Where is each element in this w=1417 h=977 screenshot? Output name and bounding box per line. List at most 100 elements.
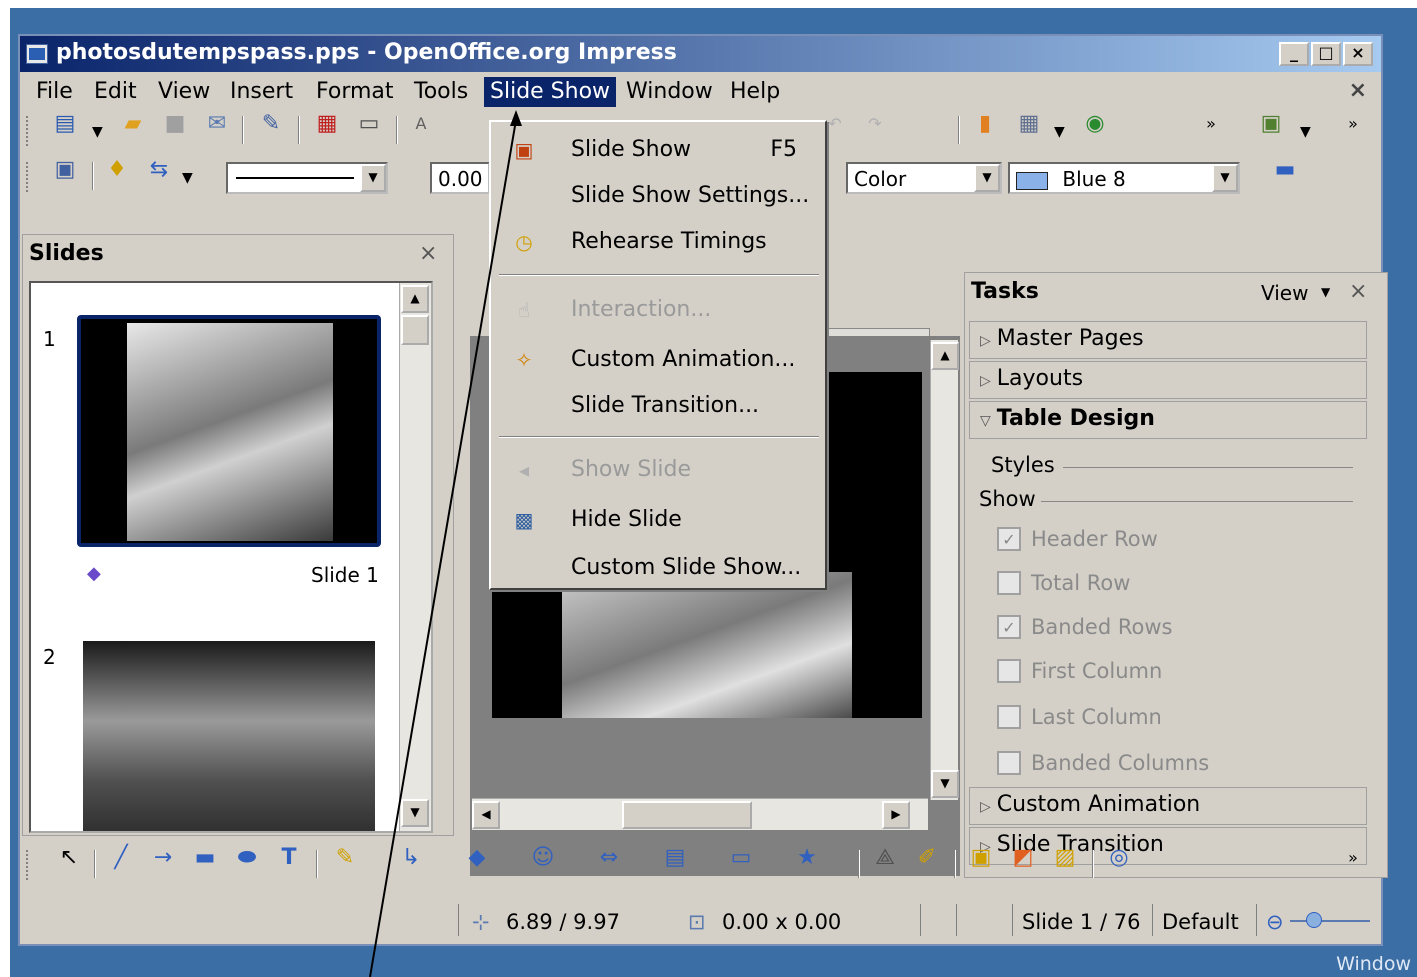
menu-insert[interactable]: Insert	[224, 77, 299, 107]
maximize-button[interactable]: □	[1311, 42, 1341, 66]
ellipse-icon[interactable]: ⬬	[232, 842, 262, 872]
menu-help[interactable]: Help	[724, 77, 786, 107]
scroll-left-icon[interactable]: ◀	[472, 801, 500, 829]
slides-scrollbar[interactable]: ▲ ▼	[399, 283, 431, 831]
flowchart-icon[interactable]: ▤	[660, 842, 690, 872]
menu-item-slide-show-settings[interactable]: Slide Show Settings...	[491, 174, 825, 218]
new-document-icon[interactable]: ▤	[50, 108, 80, 138]
slide-thumbnail-2[interactable]	[83, 641, 375, 831]
option-first-column[interactable]: First Column	[997, 659, 1162, 683]
option-total-row[interactable]: Total Row	[997, 571, 1130, 595]
navigator-icon[interactable]: ◉	[1080, 108, 1110, 138]
section-custom-animation[interactable]: ▷ Custom Animation	[969, 787, 1367, 825]
menu-item-rehearse-timings[interactable]: ◷ Rehearse Timings	[491, 220, 825, 264]
section-layouts[interactable]: ▷ Layouts	[969, 361, 1367, 399]
section-table-design[interactable]: ▽ Table Design	[969, 401, 1367, 439]
document-close-icon[interactable]: ×	[1349, 78, 1367, 103]
close-icon[interactable]: ×	[419, 241, 437, 266]
fontwork-icon[interactable]: ▣	[966, 842, 996, 872]
curve-icon[interactable]: ✎	[330, 842, 360, 872]
edit-file-icon[interactable]: ✎	[256, 108, 286, 138]
callouts-icon[interactable]: ▭	[726, 842, 756, 872]
styles-formatting-icon[interactable]: ▣	[50, 154, 80, 184]
menu-item-hide-slide[interactable]: ▩ Hide Slide	[491, 498, 825, 542]
title-bar[interactable]: photosdutempspass.pps - OpenOffice.org I…	[20, 36, 1381, 72]
toolbar-grip[interactable]	[26, 162, 30, 192]
area-style-select[interactable]: Color ▼	[846, 162, 1002, 194]
chevron-down-icon[interactable]: ▼	[182, 170, 193, 186]
glue-points-icon[interactable]: ✐	[912, 842, 942, 872]
menu-item-custom-slide-show[interactable]: Custom Slide Show...	[491, 546, 825, 590]
arrow-style-icon[interactable]: ⇆	[144, 154, 174, 184]
slide-thumbnail-1[interactable]	[77, 315, 381, 547]
scroll-up-icon[interactable]: ▲	[931, 342, 959, 370]
open-folder-icon[interactable]: ▰	[118, 108, 148, 138]
zoom-out-icon[interactable]: ⊖	[1266, 910, 1284, 934]
scroll-right-icon[interactable]: ▶	[882, 801, 910, 829]
menu-item-slide-transition[interactable]: Slide Transition...	[491, 384, 825, 428]
section-master-pages[interactable]: ▷ Master Pages	[969, 321, 1367, 359]
chevron-down-icon[interactable]: ▼	[1212, 164, 1238, 192]
checkbox[interactable]	[997, 751, 1021, 775]
scroll-up-icon[interactable]: ▲	[401, 285, 429, 313]
zoom-slider[interactable]	[1290, 920, 1370, 922]
zoom-slider-handle[interactable]	[1306, 912, 1322, 928]
menu-window[interactable]: Window	[620, 77, 719, 107]
block-arrows-icon[interactable]: ⇔	[594, 842, 624, 872]
checkbox[interactable]	[997, 705, 1021, 729]
checkbox[interactable]	[997, 659, 1021, 683]
basic-shapes-icon[interactable]: ◆	[462, 842, 492, 872]
area-color-select[interactable]: Blue 8 ▼	[1008, 162, 1240, 194]
option-last-column[interactable]: Last Column	[997, 705, 1162, 729]
checkbox-checked[interactable]: ✓	[997, 527, 1021, 551]
redo-icon[interactable]: ↷	[860, 108, 890, 138]
menu-file[interactable]: File	[30, 77, 79, 107]
chart-icon[interactable]: ▮	[970, 108, 1000, 138]
chevron-down-icon[interactable]: ▼	[360, 164, 386, 192]
checkbox-checked[interactable]: ✓	[997, 615, 1021, 639]
scroll-thumb[interactable]	[401, 315, 429, 345]
chevron-down-icon[interactable]: ▼	[1321, 285, 1330, 299]
chevron-down-icon[interactable]: ▼	[92, 124, 103, 140]
gallery-icon[interactable]: ▨	[1050, 842, 1080, 872]
menu-edit[interactable]: Edit	[88, 77, 143, 107]
extrusion-icon[interactable]: ◎	[1104, 842, 1134, 872]
option-banded-rows[interactable]: ✓ Banded Rows	[997, 615, 1172, 639]
chevron-down-icon[interactable]: ▼	[974, 164, 1000, 192]
menu-item-show-slide[interactable]: ◂ Show Slide	[491, 448, 825, 492]
option-banded-columns[interactable]: Banded Columns	[997, 751, 1209, 775]
stars-icon[interactable]: ★	[792, 842, 822, 872]
scroll-thumb[interactable]	[622, 801, 752, 829]
text-tool-icon[interactable]: T	[274, 842, 304, 872]
toolbar-overflow-icon[interactable]: »	[1196, 108, 1226, 138]
toolbar-grip[interactable]	[26, 116, 30, 146]
toolbar-overflow-icon[interactable]: »	[1338, 108, 1368, 138]
chevron-down-icon[interactable]: ▼	[1054, 124, 1065, 140]
line-tool-icon[interactable]: ╱	[106, 842, 136, 872]
tasks-view-menu[interactable]: View	[1261, 281, 1308, 305]
menu-slide-show[interactable]: Slide Show	[484, 77, 617, 107]
minimize-button[interactable]: _	[1279, 42, 1309, 66]
line-icon[interactable]: ♦	[102, 154, 132, 184]
rectangle-icon[interactable]: ▬	[190, 842, 220, 872]
scroll-down-icon[interactable]: ▼	[401, 799, 429, 827]
menu-item-interaction[interactable]: ☝ Interaction...	[491, 288, 825, 332]
edit-horizontal-scrollbar[interactable]: ◀ ▶	[472, 798, 928, 830]
menu-format[interactable]: Format	[310, 77, 400, 107]
menu-tools[interactable]: Tools	[408, 77, 474, 107]
scroll-down-icon[interactable]: ▼	[931, 770, 959, 798]
new-slide-icon[interactable]: ▣	[1256, 108, 1286, 138]
toolbar-overflow-icon[interactable]: »	[1338, 842, 1368, 872]
email-icon[interactable]: ✉	[202, 108, 232, 138]
symbol-shapes-icon[interactable]: ☺	[528, 842, 558, 872]
export-pdf-icon[interactable]: ▦	[312, 108, 342, 138]
select-arrow-icon[interactable]: ↖	[54, 842, 84, 872]
connector-icon[interactable]: ↳	[396, 842, 426, 872]
print-icon[interactable]: ▭	[354, 108, 384, 138]
menu-view[interactable]: View	[152, 77, 216, 107]
menu-item-custom-animation[interactable]: ✧ Custom Animation...	[491, 338, 825, 382]
spellcheck-icon[interactable]: A	[406, 108, 436, 138]
points-icon[interactable]: ⟁	[870, 842, 900, 872]
checkbox[interactable]	[997, 571, 1021, 595]
edit-vertical-scrollbar[interactable]: ▲ ▼	[930, 340, 959, 800]
